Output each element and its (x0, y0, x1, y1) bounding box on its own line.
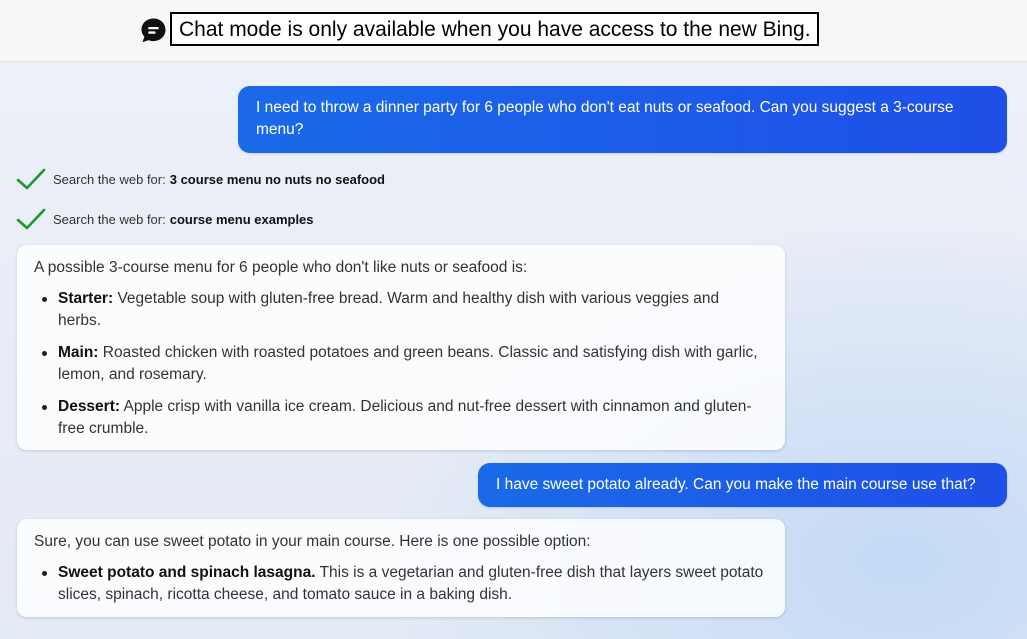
bot-message-intro: A possible 3-course menu for 6 people wh… (34, 259, 528, 276)
list-item-text: Apple crisp with vanilla ice cream. Deli… (58, 398, 752, 437)
search-step-1: Search the web for: 3 course menu no nut… (16, 167, 385, 191)
menu-list: Starter: Vegetable soup with gluten-free… (34, 288, 765, 440)
list-item-label: Main: (58, 344, 99, 361)
list-item: Starter: Vegetable soup with gluten-free… (34, 288, 765, 332)
user-message-2: I have sweet potato already. Can you mak… (478, 463, 1007, 507)
checkmark-icon (16, 208, 46, 230)
chat-bubble-icon (141, 18, 166, 43)
list-item: Main: Roasted chicken with roasted potat… (34, 342, 765, 386)
search-step-query: course menu examples (169, 211, 314, 227)
banner-title: Chat mode is only available when you hav… (170, 12, 819, 46)
list-item: Dessert: Apple crisp with vanilla ice cr… (34, 396, 765, 440)
user-message-1: I need to throw a dinner party for 6 peo… (238, 86, 1007, 153)
search-step-query: 3 course menu no nuts no seafood (169, 171, 385, 187)
header-banner: Chat mode is only available when you hav… (0, 0, 1027, 62)
bot-message-1: A possible 3-course menu for 6 people wh… (17, 245, 785, 450)
list-item-label: Dessert: (58, 398, 121, 415)
search-step-prefix: Search the web for: (53, 171, 166, 187)
checkmark-icon (16, 168, 46, 190)
bot-message-2: Sure, you can use sweet potato in your m… (17, 519, 785, 617)
list-item-text: Vegetable soup with gluten-free bread. W… (58, 290, 720, 329)
search-step-2: Search the web for: course menu examples (16, 207, 314, 231)
list-item-text: Roasted chicken with roasted potatoes an… (58, 344, 758, 383)
list-item-label: Starter: (58, 290, 114, 307)
list-item-label: Sweet potato and spinach lasagna. (58, 564, 316, 581)
suggestion-list: Sweet potato and spinach lasagna. This i… (34, 562, 765, 606)
list-item: Sweet potato and spinach lasagna. This i… (34, 562, 765, 606)
search-step-prefix: Search the web for: (53, 211, 166, 227)
bot-message-intro: Sure, you can use sweet potato in your m… (34, 533, 591, 550)
